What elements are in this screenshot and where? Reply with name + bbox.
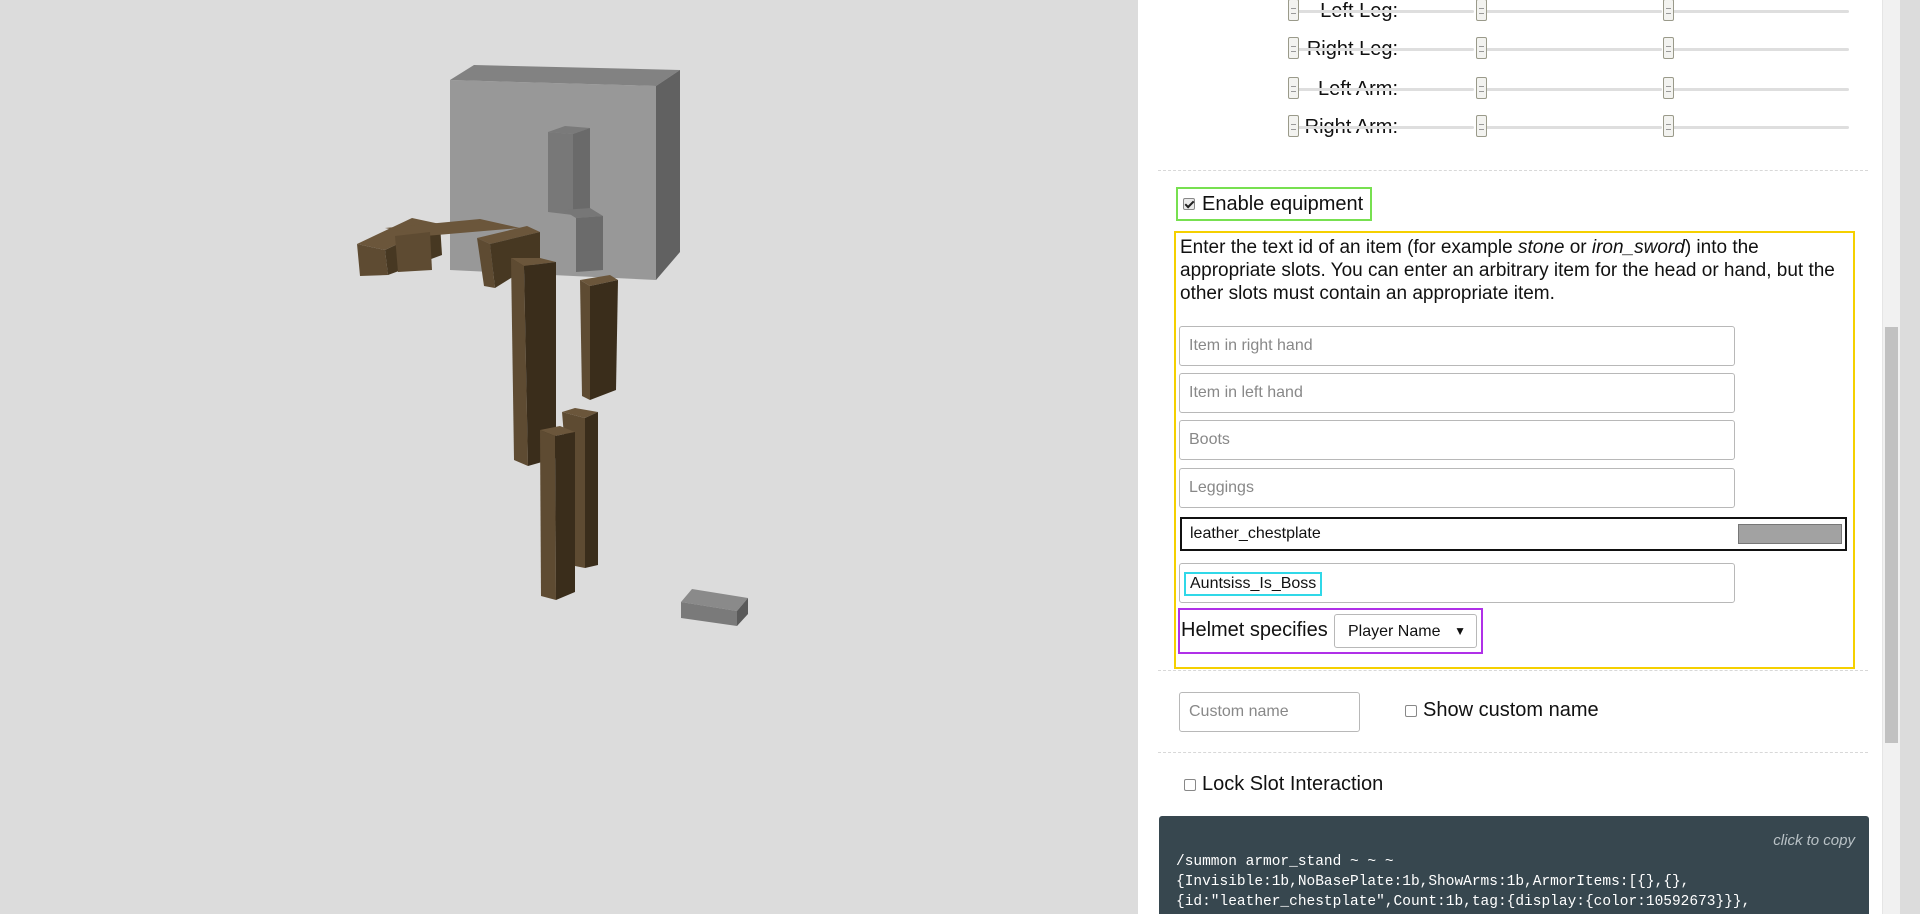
slider-handle[interactable]	[1288, 37, 1299, 59]
torso	[548, 126, 590, 215]
enable-equipment-checkbox[interactable]	[1183, 198, 1195, 210]
slider-handle[interactable]	[1663, 115, 1674, 137]
helmet-value: Auntsiss_Is_Boss	[1184, 572, 1323, 596]
slider-track[interactable]	[1290, 10, 1474, 13]
helmet-specifies-label: Helmet specifies	[1181, 619, 1328, 641]
pose-slider-z[interactable]	[1663, 0, 1849, 21]
pose-slider-y[interactable]	[1476, 0, 1662, 21]
enable-equipment-label: Enable equipment	[1202, 192, 1364, 215]
armor-stand-3d-viewport[interactable]	[0, 0, 1138, 914]
right-hand-item-input[interactable]	[1179, 326, 1735, 366]
pose-slider-x[interactable]	[1288, 115, 1474, 137]
pose-row: Left Leg:	[1138, 0, 1858, 28]
pose-slider-x[interactable]	[1288, 0, 1474, 21]
scrollbar[interactable]	[1882, 0, 1900, 914]
right-leg-upper	[580, 275, 618, 400]
chestplate-value: leather_chestplate	[1190, 525, 1321, 542]
left-hand-item-input[interactable]	[1179, 373, 1735, 413]
divider	[1158, 752, 1868, 753]
slider-handle[interactable]	[1288, 115, 1299, 137]
slider-handle[interactable]	[1476, 37, 1487, 59]
pose-slider-z[interactable]	[1663, 77, 1849, 99]
lock-slot-interaction-toggle[interactable]: Lock Slot Interaction	[1184, 773, 1383, 796]
slider-track[interactable]	[1665, 48, 1849, 51]
slider-track[interactable]	[1665, 10, 1849, 13]
slider-handle[interactable]	[1288, 77, 1299, 99]
boots-input[interactable]	[1179, 420, 1735, 460]
slider-track[interactable]	[1665, 126, 1849, 129]
click-to-copy-hint: click to copy	[1773, 832, 1855, 849]
slider-handle[interactable]	[1663, 0, 1674, 21]
left-leg	[540, 408, 598, 600]
scrollbar-thumb[interactable]	[1885, 327, 1898, 743]
slider-handle[interactable]	[1476, 77, 1487, 99]
slider-handle[interactable]	[1288, 0, 1299, 21]
pose-slider-z[interactable]	[1663, 37, 1849, 59]
helmet-specifies-row: Helmet specifies Player Name ▼	[1178, 608, 1483, 654]
armor-stand-model	[357, 65, 748, 626]
slider-track[interactable]	[1478, 48, 1662, 51]
slider-track[interactable]	[1290, 48, 1474, 51]
slider-handle[interactable]	[1476, 115, 1487, 137]
settings-panel: Left Leg: Right Leg: Left Arm: Right Arm: E…	[1138, 0, 1900, 914]
slider-track[interactable]	[1290, 88, 1474, 91]
lock-slot-label: Lock Slot Interaction	[1202, 773, 1384, 795]
slider-track[interactable]	[1478, 10, 1662, 13]
chevron-down-icon: ▼	[1454, 624, 1466, 638]
show-custom-name-label: Show custom name	[1423, 699, 1599, 721]
divider	[1158, 170, 1868, 171]
pose-row: Right Arm:	[1138, 114, 1858, 144]
leggings-input[interactable]	[1179, 468, 1735, 508]
pose-row: Left Arm:	[1138, 76, 1858, 106]
slider-handle[interactable]	[1476, 0, 1487, 21]
divider	[1158, 670, 1868, 671]
slider-track[interactable]	[1478, 88, 1662, 91]
helmet-specifies-value: Player Name	[1348, 623, 1441, 640]
pose-slider-x[interactable]	[1288, 77, 1474, 99]
slider-handle[interactable]	[1663, 37, 1674, 59]
slider-handle[interactable]	[1663, 77, 1674, 99]
enable-equipment-toggle[interactable]: Enable equipment	[1176, 187, 1372, 221]
custom-name-input[interactable]	[1179, 692, 1360, 732]
equipment-help-text: Enter the text id of an item (for exampl…	[1180, 237, 1835, 304]
slider-track[interactable]	[1478, 126, 1662, 129]
slider-track[interactable]	[1290, 126, 1474, 129]
pose-row: Right Leg:	[1138, 36, 1858, 66]
chestplate-input[interactable]: leather_chestplate	[1180, 517, 1847, 551]
lock-slot-checkbox[interactable]	[1184, 778, 1196, 791]
show-custom-name-toggle[interactable]: Show custom name	[1405, 699, 1599, 722]
pose-slider-y[interactable]	[1476, 37, 1662, 59]
chestplate-color-picker[interactable]	[1738, 524, 1842, 544]
pose-slider-z[interactable]	[1663, 115, 1849, 137]
command-text: /summon armor_stand ~ ~ ~ {Invisible:1b,…	[1176, 854, 1751, 910]
slider-track[interactable]	[1665, 88, 1849, 91]
show-custom-name-checkbox[interactable]	[1405, 704, 1417, 717]
base-plate-piece	[681, 589, 748, 626]
command-output[interactable]: click to copy /summon armor_stand ~ ~ ~ …	[1159, 816, 1869, 914]
helmet-specifies-select[interactable]: Player Name ▼	[1334, 614, 1477, 648]
pose-slider-y[interactable]	[1476, 115, 1662, 137]
pose-slider-y[interactable]	[1476, 77, 1662, 99]
pose-slider-x[interactable]	[1288, 37, 1474, 59]
